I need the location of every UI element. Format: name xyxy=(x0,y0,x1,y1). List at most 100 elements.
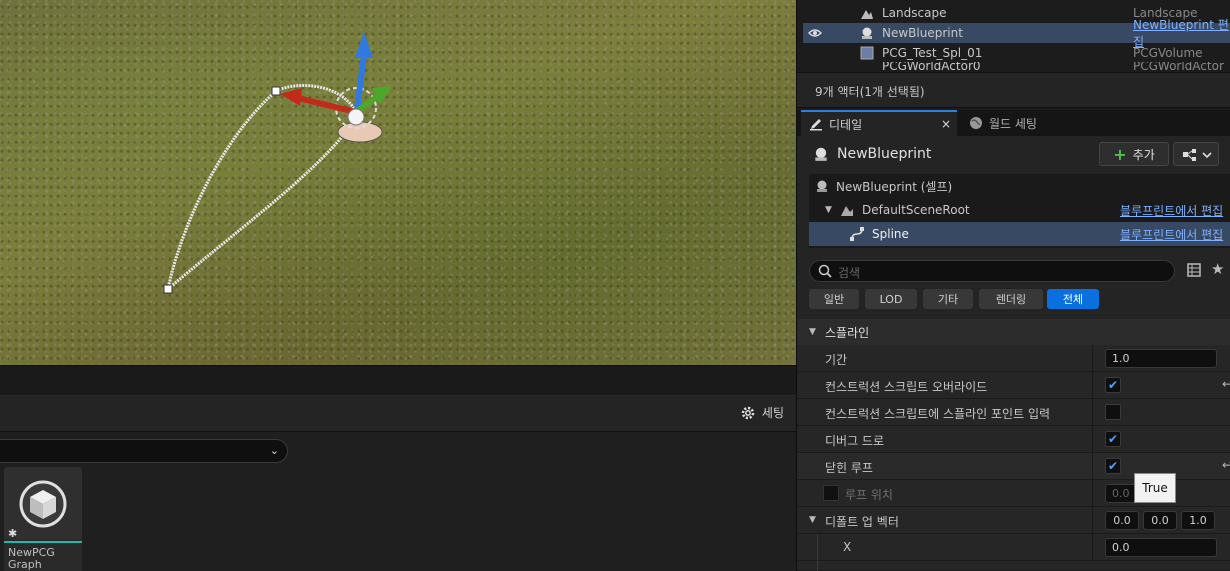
outliner-footer: 9개 액터(1개 선택됨) xyxy=(797,72,1230,108)
component-row-root[interactable]: ▼ DefaultSceneRoot 블루프린트에서 편집 xyxy=(809,198,1230,222)
spline-gizmo[interactable] xyxy=(0,0,796,365)
path-dropdown[interactable]: ⌄ xyxy=(0,439,288,463)
asset-name: NewPCG Graph xyxy=(8,546,55,571)
search-placeholder: 검색 xyxy=(838,266,861,280)
category-spline-header[interactable]: ▼ 스플라인 xyxy=(797,319,1230,345)
tab-details[interactable]: 디테일 × xyxy=(801,110,957,136)
edit-in-blueprint-link[interactable]: 블루프린트에서 편집 xyxy=(1120,202,1223,219)
tab-details-label: 디테일 xyxy=(829,117,863,132)
tab-world-settings[interactable]: 월드 세팅 xyxy=(961,110,1045,136)
up-vector-z-input[interactable]: 1.0 xyxy=(1181,511,1215,530)
spline-segment-left[interactable] xyxy=(166,89,277,290)
tooltip: True xyxy=(1134,473,1176,503)
cs-override-checkbox[interactable]: ✔ xyxy=(1105,377,1121,393)
x-input[interactable]: 0.0 xyxy=(1105,538,1217,557)
component-row-spline[interactable]: Spline 블루프린트에서 편집 xyxy=(809,222,1230,246)
level-viewport[interactable] xyxy=(0,0,796,365)
debug-draw-checkbox[interactable]: ✔ xyxy=(1105,431,1121,447)
filter-misc[interactable]: 기타 xyxy=(923,289,973,309)
add-component-button[interactable]: + 추가 xyxy=(1099,142,1169,166)
column-divider xyxy=(1092,507,1093,534)
content-browser: 세팅 ⌄ ✱ NewPCG Graph xyxy=(0,395,796,571)
category-label: 스플라인 xyxy=(825,325,870,340)
landscape-icon xyxy=(861,10,873,19)
svg-text:✱: ✱ xyxy=(8,527,17,539)
outliner-row-name: NewBlueprint xyxy=(882,26,963,40)
filter-rendering[interactable]: 렌더링 xyxy=(979,289,1043,309)
duration-input[interactable]: 1.0 xyxy=(1105,349,1217,368)
prop-label: X xyxy=(843,540,852,554)
prop-row-partial xyxy=(797,561,1230,571)
prop-label: 기간 xyxy=(825,353,848,367)
hierarchy-icon xyxy=(1183,149,1212,161)
add-label: 추가 xyxy=(1132,147,1155,162)
blueprint-actor-icon xyxy=(862,27,872,39)
up-vector-x-input[interactable]: 0.0 xyxy=(1105,511,1139,530)
up-vector-y-input[interactable]: 0.0 xyxy=(1143,511,1177,530)
prop-label: 닫힌 루프 xyxy=(825,461,873,475)
column-divider xyxy=(1092,534,1093,561)
prop-default-up-vector: ▼ 디폴트 업 벡터 0.0 0.0 1.0 xyxy=(797,507,1230,534)
prop-label: 디버그 드로 xyxy=(825,434,885,448)
blueprint-options-button[interactable] xyxy=(1173,142,1219,166)
prop-label: 디폴트 업 벡터 xyxy=(825,515,899,529)
pcg-graph-icon: ✱ xyxy=(8,480,67,540)
chevron-down-icon: ⌄ xyxy=(269,444,279,457)
actor-name: NewBlueprint xyxy=(837,146,932,162)
star-icon[interactable]: ★ xyxy=(1211,260,1224,278)
component-label: NewBlueprint (셀프) xyxy=(836,179,953,194)
component-label: DefaultSceneRoot xyxy=(862,203,970,217)
blueprint-actor-icon xyxy=(817,180,827,192)
triangle-down-icon[interactable]: ▼ xyxy=(809,515,816,525)
filter-all[interactable]: 전체 xyxy=(1047,289,1099,309)
spline-point[interactable] xyxy=(271,86,281,96)
close-icon[interactable]: × xyxy=(941,117,951,131)
prop-label: 컨스트럭션 스크립트 오버라이드 xyxy=(825,380,988,394)
column-divider xyxy=(1092,399,1093,426)
asset-tile[interactable]: ✱ NewPCG Graph xyxy=(4,467,82,571)
tree-indent-line xyxy=(817,561,818,571)
reset-arrow-icon[interactable]: ↩ xyxy=(1222,377,1230,391)
closed-loop-checkbox[interactable]: ✔ xyxy=(1105,458,1121,474)
spline-icon xyxy=(850,227,864,241)
component-label: Spline xyxy=(872,227,909,241)
loop-position-override-checkbox[interactable] xyxy=(823,485,839,501)
z-axis-arrow-head[interactable] xyxy=(355,32,373,58)
prop-label: 루프 위치 xyxy=(845,488,893,502)
actor-title: NewBlueprint xyxy=(813,146,931,162)
filter-lod[interactable]: LOD xyxy=(865,289,917,309)
asset-type-bar xyxy=(4,541,82,543)
spline-point[interactable] xyxy=(163,284,173,294)
cs-input-checkbox[interactable] xyxy=(1105,404,1121,420)
column-divider xyxy=(1092,372,1093,399)
pencil-icon xyxy=(810,119,822,131)
filter-general[interactable]: 일반 xyxy=(809,289,859,309)
eye-icon[interactable] xyxy=(808,27,822,39)
outliner-row-type: PCGVolume xyxy=(1133,46,1203,60)
outliner-row[interactable]: PCGWorldActor0 PCGWorldActor xyxy=(803,62,1230,72)
outliner-row-selected[interactable]: NewBlueprint NewBlueprint 편집 xyxy=(803,18,1230,49)
component-row-self[interactable]: NewBlueprint (셀프) xyxy=(809,174,1230,198)
blueprint-actor-icon xyxy=(815,147,827,161)
panel-tab-bar: 디테일 × 월드 세팅 xyxy=(797,110,1230,136)
column-divider xyxy=(1092,480,1093,507)
gizmo-center[interactable] xyxy=(347,108,365,126)
outliner-row-type: PCGWorldActor xyxy=(1133,62,1224,72)
component-tree: NewBlueprint (셀프) ▼ DefaultSceneRoot 블루프… xyxy=(809,174,1230,248)
plus-icon: + xyxy=(1113,144,1127,164)
outliner-row[interactable]: PCG_Test_Spl_01 PCGVolume xyxy=(803,43,1230,63)
reset-arrow-icon[interactable]: ↩ xyxy=(1222,458,1230,472)
triangle-down-icon: ▼ xyxy=(809,327,816,337)
prop-cs-override: 컨스트럭션 스크립트 오버라이드 ✔ ↩ xyxy=(797,372,1230,399)
details-search-input[interactable]: 검색 xyxy=(809,260,1175,282)
edit-in-blueprint-link[interactable]: 블루프린트에서 편집 xyxy=(1120,226,1223,243)
x-axis-arrow-head[interactable] xyxy=(280,88,302,106)
column-divider xyxy=(1092,453,1093,480)
tree-indent-line xyxy=(817,534,818,561)
triangle-down-icon[interactable]: ▼ xyxy=(825,205,832,215)
scene-root-icon xyxy=(841,206,853,216)
outliner-row-name: Landscape xyxy=(882,6,947,20)
prop-duration: 기간 1.0 xyxy=(797,345,1230,372)
table-view-icon[interactable] xyxy=(1187,263,1201,277)
settings-button[interactable]: 세팅 xyxy=(740,404,784,421)
